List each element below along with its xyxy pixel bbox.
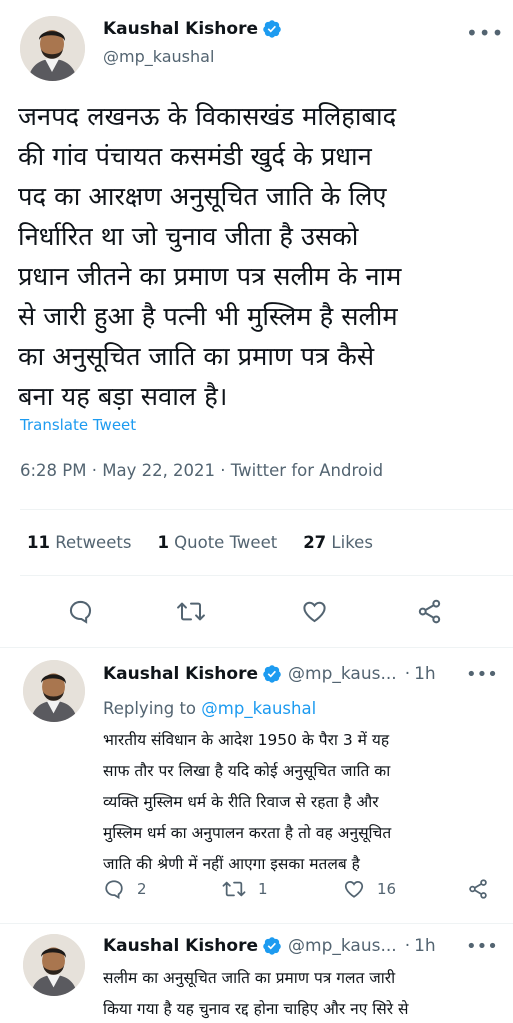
retweet-button[interactable]: 1	[222, 878, 268, 900]
tweet-text-line: का अनुसूचित जाति का प्रमाण पत्र कैसे	[18, 342, 375, 372]
likes-count: 27	[303, 533, 327, 552]
like-button[interactable]: 16	[343, 878, 396, 900]
retweet-icon[interactable]	[176, 598, 206, 625]
retweets-count: 11	[27, 533, 50, 552]
reply-text-line: भारतीय संविधान के आदेश 1950 के पैरा 3 मे…	[103, 731, 390, 749]
reply-tweet[interactable]: Kaushal Kishore @mp_kaus... · 1h ••• सली…	[0, 924, 513, 1023]
author-name[interactable]: Kaushal Kishore	[103, 664, 258, 684]
more-icon[interactable]: •••	[466, 21, 504, 45]
reply-time[interactable]: 1h	[414, 936, 436, 956]
author-handle[interactable]: @mp_kaus...	[288, 936, 397, 956]
like-icon[interactable]	[301, 598, 328, 625]
quote-tweets-stat[interactable]: 1 Quote Tweet	[157, 533, 277, 552]
separator-dot: ·	[404, 664, 411, 684]
more-icon[interactable]: •••	[466, 936, 498, 957]
quote-label: Quote Tweet	[174, 533, 278, 552]
reply-text-line: किया गया है यह चुनाव रद्द होना चाहिए और …	[103, 1000, 409, 1018]
translate-tweet-link[interactable]: Translate Tweet	[20, 416, 136, 434]
author-handle[interactable]: @mp_kaushal	[103, 47, 214, 66]
share-button[interactable]	[467, 878, 501, 900]
separator-dot: ·	[404, 936, 411, 956]
divider	[20, 509, 513, 510]
retweets-label: Retweets	[55, 533, 132, 552]
verified-badge-icon	[263, 937, 281, 955]
divider	[20, 575, 513, 576]
tweet-text-line: निर्धारित था जो चुनाव जीता है उसको	[18, 222, 359, 252]
replying-to: Replying to @mp_kaushal	[103, 699, 316, 718]
reply-icon[interactable]	[67, 598, 94, 625]
avatar-image	[20, 16, 85, 81]
reply-text-line: व्यक्ति मुस्लिम धर्म के रीति रिवाज से रह…	[103, 793, 379, 811]
avatar-image	[23, 660, 85, 722]
author-handle[interactable]: @mp_kaus...	[288, 664, 397, 684]
retweet-icon	[222, 881, 246, 897]
retweet-count: 1	[258, 880, 268, 898]
tweet-text: जनपद लखनऊ के विकासखंड मलिहाबाद की गांव प…	[18, 97, 508, 417]
avatar[interactable]	[23, 934, 85, 996]
tweet-timestamp: 6:28 PM · May 22, 2021 · Twitter for And…	[20, 461, 384, 480]
tweet-text-line: बना यह बड़ा सवाल है।	[18, 382, 228, 412]
reply-actions: 2 1 16	[103, 878, 503, 904]
like-icon	[344, 880, 364, 898]
reply-header: Kaushal Kishore @mp_kaus... · 1h	[103, 664, 436, 684]
reply-text: भारतीय संविधान के आदेश 1950 के पैरा 3 मे…	[103, 725, 503, 880]
reply-count: 2	[137, 880, 147, 898]
tweet-stats: 11 Retweets 1 Quote Tweet 27 Likes	[27, 533, 399, 552]
replying-handle-link[interactable]: @mp_kaushal	[201, 699, 316, 718]
tweet-text-line: की गांव पंचायत कसमंडी खुर्द के प्रधान	[18, 142, 372, 172]
more-icon[interactable]: •••	[466, 664, 498, 685]
retweets-stat[interactable]: 11 Retweets	[27, 533, 131, 552]
reply-time[interactable]: 1h	[414, 664, 436, 684]
reply-header: Kaushal Kishore @mp_kaus... · 1h	[103, 936, 436, 956]
tweet-actions	[0, 598, 513, 628]
avatar-image	[23, 934, 85, 996]
quote-count: 1	[157, 533, 169, 552]
tweet-text-line: प्रधान जीतने का प्रमाण पत्र सलीम के नाम	[18, 262, 402, 292]
share-icon	[469, 879, 487, 899]
likes-stat[interactable]: 27 Likes	[303, 533, 373, 552]
verified-badge-icon	[263, 665, 281, 683]
reply-text: सलीम का अनुसूचित जाति का प्रमाण पत्र गलत…	[103, 963, 503, 1023]
verified-badge-icon	[263, 20, 281, 38]
author-name[interactable]: Kaushal Kishore	[103, 936, 258, 956]
author-name[interactable]: Kaushal Kishore	[103, 19, 258, 39]
reply-icon	[105, 880, 123, 900]
author-name-row[interactable]: Kaushal Kishore	[103, 19, 282, 39]
tweet-text-line: से जारी हुआ है पत्नी भी मुस्लिम है सलीम	[18, 302, 398, 332]
avatar[interactable]	[20, 16, 85, 81]
likes-label: Likes	[331, 533, 373, 552]
reply-text-line: जाति की श्रेणी में नहीं आएगा इसका मतलब ह…	[103, 855, 360, 873]
reply-tweet[interactable]: Kaushal Kishore @mp_kaus... · 1h ••• Rep…	[0, 648, 513, 923]
replying-prefix: Replying to	[103, 699, 197, 718]
reply-text-line: मुस्लिम धर्म का अनुपालन करता है तो वह अन…	[103, 824, 392, 842]
reply-button[interactable]: 2	[103, 878, 147, 900]
reply-text-line: साफ तौर पर लिखा है यदि कोई अनुसूचित जाति…	[103, 762, 391, 780]
avatar[interactable]	[23, 660, 85, 722]
share-icon[interactable]	[416, 598, 443, 625]
reply-text-line: सलीम का अनुसूचित जाति का प्रमाण पत्र गलत…	[103, 969, 396, 987]
tweet-text-line: जनपद लखनऊ के विकासखंड मलिहाबाद	[18, 102, 397, 132]
tweet-text-line: पद का आरक्षण अनुसूचित जाति के लिए	[18, 182, 387, 212]
like-count: 16	[377, 880, 397, 898]
